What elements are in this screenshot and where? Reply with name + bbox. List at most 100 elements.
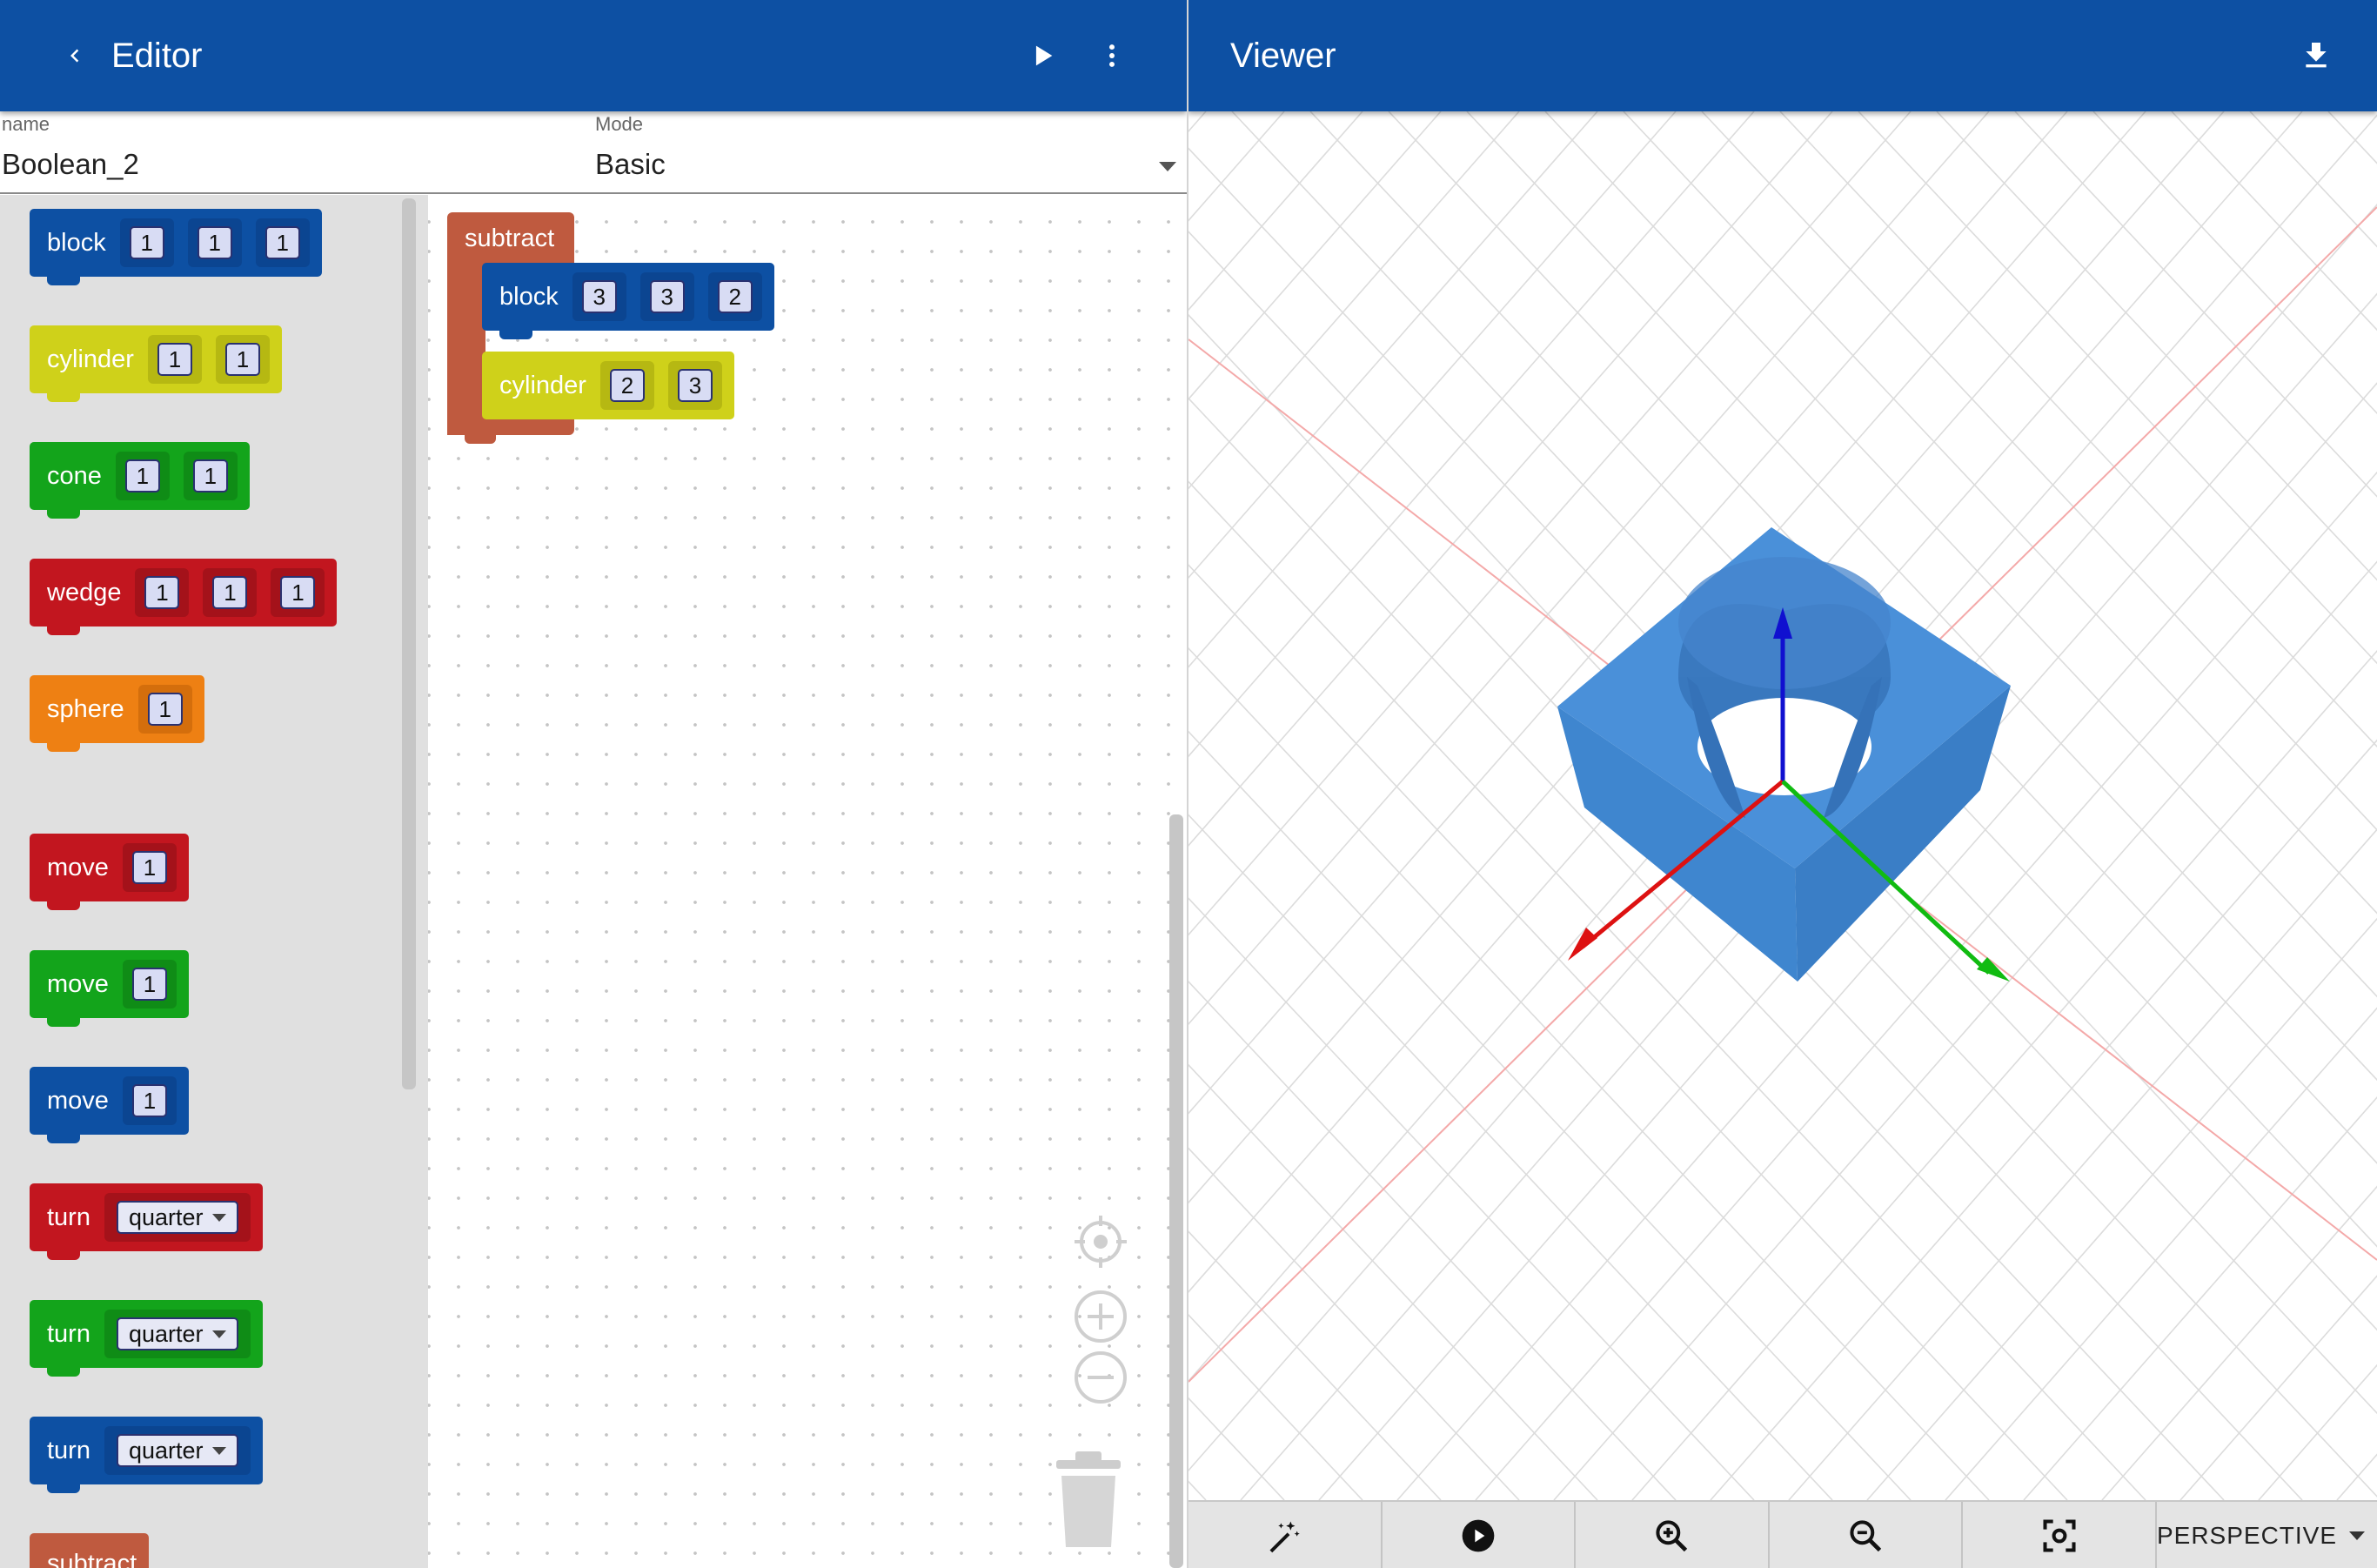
value-slot[interactable]: 1 bbox=[115, 452, 170, 500]
workspace-zoom-in-icon bbox=[1075, 1290, 1127, 1343]
editor-title: Editor bbox=[111, 37, 203, 75]
turn-dropdown[interactable]: quarter bbox=[104, 1426, 251, 1475]
flyout-scrollbar[interactable] bbox=[402, 198, 416, 1089]
flyout-block-cylinder[interactable]: cylinder 1 1 bbox=[30, 325, 282, 402]
viewer-title: Viewer bbox=[1230, 37, 1336, 75]
editor-app-bar: Editor bbox=[0, 0, 1187, 111]
download-icon bbox=[2306, 43, 2327, 68]
block-label: sphere bbox=[47, 694, 124, 723]
workspace-block-block[interactable]: block 3 3 2 bbox=[482, 263, 774, 339]
block-nib bbox=[47, 1366, 80, 1377]
turn-dropdown[interactable]: quarter bbox=[104, 1310, 251, 1358]
flyout-block-turn-y[interactable]: turn quarter bbox=[30, 1300, 263, 1377]
zoom-in-icon bbox=[1656, 1520, 1688, 1552]
flyout-block-move-x[interactable]: move 1 bbox=[30, 834, 189, 910]
more-vert-icon bbox=[1109, 44, 1115, 67]
value-slot[interactable]: 1 bbox=[147, 335, 202, 384]
block-nib bbox=[47, 508, 80, 519]
block-label: cone bbox=[47, 461, 102, 490]
workspace-scrollbar[interactable] bbox=[1169, 814, 1183, 1568]
block-label: move bbox=[47, 853, 109, 881]
block-nib bbox=[47, 1133, 80, 1143]
block-nib bbox=[47, 1016, 80, 1027]
block-label: move bbox=[47, 969, 109, 998]
name-field-label: name bbox=[2, 113, 50, 135]
block-nib bbox=[47, 1483, 80, 1493]
value-slot[interactable]: 1 bbox=[135, 568, 190, 617]
turn-dropdown[interactable]: quarter bbox=[104, 1193, 251, 1242]
name-field-value[interactable]: Boolean_2 bbox=[2, 148, 139, 181]
value-slot[interactable]: 2 bbox=[599, 361, 654, 410]
flyout-block-wedge[interactable]: wedge 1 1 1 bbox=[30, 559, 338, 635]
value-slot[interactable]: 1 bbox=[215, 335, 270, 384]
flyout-block-turn-z[interactable]: turn quarter bbox=[30, 1417, 263, 1493]
subtract-nib bbox=[465, 432, 496, 444]
zoom-out-icon bbox=[1850, 1520, 1882, 1552]
play-animation-button[interactable] bbox=[1383, 1502, 1577, 1568]
flyout-block-subtract[interactable]: subtract bbox=[30, 1533, 150, 1568]
value-slot[interactable]: 3 bbox=[572, 272, 626, 321]
value-slot[interactable]: 1 bbox=[271, 568, 325, 617]
trash-button[interactable] bbox=[1049, 1448, 1128, 1557]
value-slot[interactable]: 1 bbox=[137, 685, 192, 734]
download-button[interactable] bbox=[2290, 30, 2342, 82]
chevron-down-icon bbox=[211, 1213, 226, 1222]
value-slot[interactable]: 1 bbox=[122, 1076, 177, 1125]
value-slot[interactable]: 1 bbox=[122, 960, 177, 1008]
viewer-3d-scene[interactable] bbox=[1188, 111, 2377, 1500]
value-slot[interactable]: 1 bbox=[203, 568, 258, 617]
magic-wand-icon bbox=[1269, 1521, 1301, 1553]
back-button[interactable] bbox=[49, 30, 101, 82]
magic-wand-button[interactable] bbox=[1188, 1502, 1383, 1568]
focus-icon bbox=[2043, 1519, 2076, 1552]
flyout-block-sphere[interactable]: sphere 1 bbox=[30, 675, 204, 752]
mode-select[interactable]: Mode Basic bbox=[593, 111, 1187, 195]
trash-icon bbox=[1056, 1451, 1121, 1547]
mode-select-value: Basic bbox=[595, 148, 666, 180]
editor-panel: Editor name Boolean_2 Mode Basic block 1… bbox=[0, 0, 1187, 1568]
flyout-block-turn-x[interactable]: turn quarter bbox=[30, 1183, 263, 1260]
block-nib bbox=[47, 741, 80, 752]
block-label: cylinder bbox=[499, 371, 586, 399]
recenter-button[interactable] bbox=[1072, 1213, 1129, 1275]
workspace-zoom-out-button[interactable] bbox=[1072, 1349, 1129, 1411]
workspace[interactable]: subtract block 3 3 2 cylinder 2 3 bbox=[428, 195, 1187, 1568]
viewer-panel: Viewer PERSPECTIVE bbox=[1188, 0, 2377, 1568]
workspace-zoom-in-button[interactable] bbox=[1072, 1288, 1129, 1350]
run-icon bbox=[1035, 45, 1053, 66]
block-label: turn bbox=[47, 1203, 90, 1231]
value-slot[interactable]: 3 bbox=[667, 361, 722, 410]
focus-button[interactable] bbox=[1963, 1502, 2157, 1568]
more-options-button[interactable] bbox=[1086, 30, 1138, 82]
block-label: block bbox=[499, 282, 559, 311]
value-slot[interactable]: 1 bbox=[187, 218, 242, 267]
value-slot[interactable]: 3 bbox=[639, 272, 694, 321]
zoom-out-button[interactable] bbox=[1770, 1502, 1964, 1568]
block-label: subtract bbox=[47, 1549, 137, 1568]
name-field[interactable]: name Boolean_2 bbox=[0, 111, 592, 195]
workspace-block-cylinder[interactable]: cylinder 2 3 bbox=[482, 352, 734, 419]
block-nib bbox=[47, 625, 80, 635]
flyout-block-move-z[interactable]: move 1 bbox=[30, 1067, 189, 1143]
value-slot[interactable]: 1 bbox=[183, 452, 238, 500]
camera-mode-value: PERSPECTIVE bbox=[2156, 1522, 2338, 1549]
zoom-in-button[interactable] bbox=[1576, 1502, 1770, 1568]
subtract-label: subtract bbox=[465, 224, 555, 252]
block-label: turn bbox=[47, 1319, 90, 1348]
recenter-icon bbox=[1075, 1216, 1127, 1268]
viewer-app-bar: Viewer bbox=[1188, 0, 2377, 111]
run-button[interactable] bbox=[1016, 30, 1068, 82]
fields-underline bbox=[0, 192, 1187, 194]
block-nib bbox=[47, 1250, 80, 1260]
value-slot[interactable]: 1 bbox=[119, 218, 174, 267]
value-slot[interactable]: 2 bbox=[707, 272, 762, 321]
flyout-block-move-y[interactable]: move 1 bbox=[30, 950, 189, 1027]
value-slot[interactable]: 1 bbox=[255, 218, 310, 267]
block-nib bbox=[499, 329, 532, 339]
block-nib bbox=[47, 275, 80, 285]
value-slot[interactable]: 1 bbox=[122, 843, 177, 892]
camera-mode-select[interactable]: PERSPECTIVE bbox=[2157, 1502, 2377, 1568]
block-label: block bbox=[47, 228, 106, 257]
flyout-block-block[interactable]: block 1 1 1 bbox=[30, 209, 322, 285]
flyout-block-cone[interactable]: cone 1 1 bbox=[30, 442, 250, 519]
